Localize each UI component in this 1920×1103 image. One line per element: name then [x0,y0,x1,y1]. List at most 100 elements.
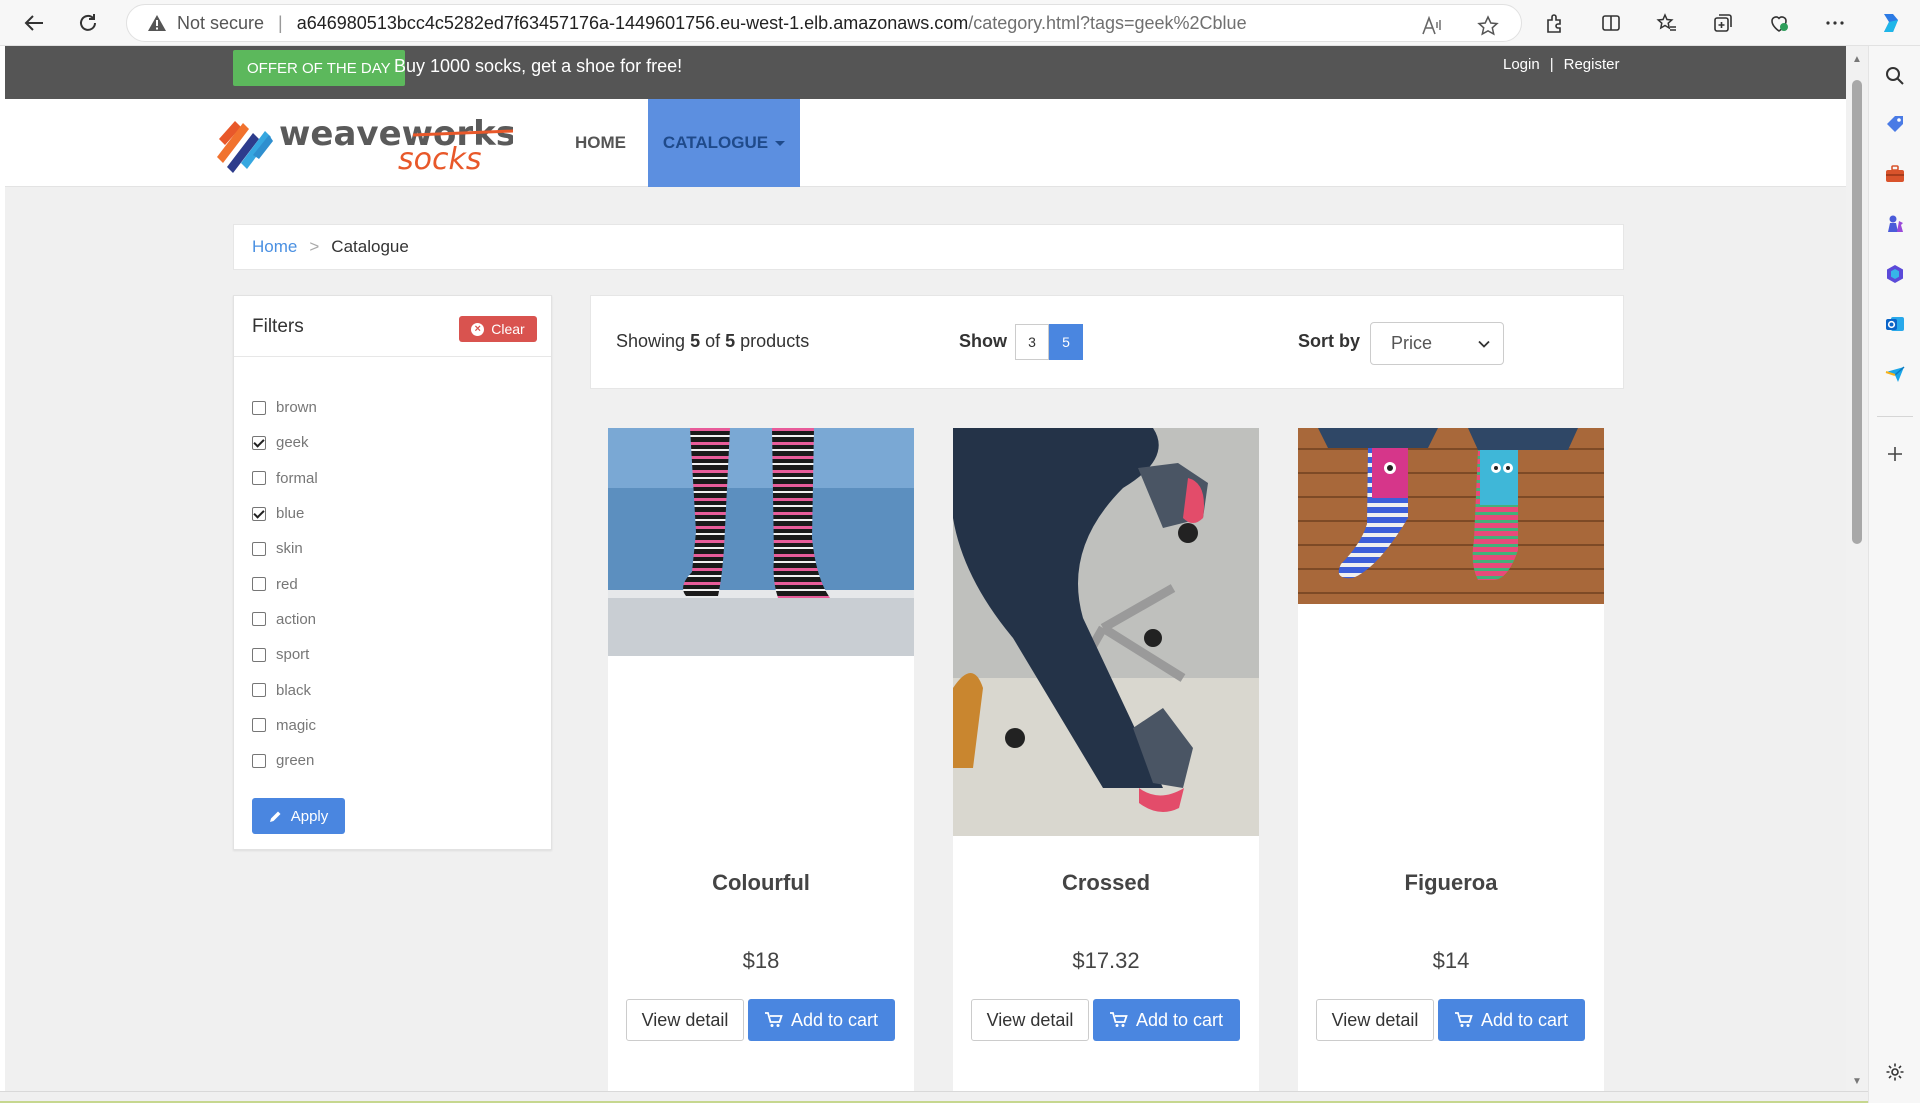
filter-item-black[interactable]: black [252,672,318,707]
page-size-5-button[interactable]: 5 [1049,324,1083,360]
page-size-3-button[interactable]: 3 [1015,324,1049,360]
filter-label: formal [276,469,318,487]
filter-checkbox[interactable] [252,718,266,733]
send-drop-icon[interactable] [1881,360,1909,388]
split-screen-icon[interactable] [1596,8,1626,38]
filters-panel: Filters × Clear brown geek formal blue s… [233,295,552,850]
outlook-icon[interactable] [1881,310,1909,338]
favorite-star-icon[interactable] [1473,11,1503,41]
product-image-figueroa[interactable] [1298,428,1604,604]
weaveworks-socks-logo[interactable]: weaveworks socks [213,109,516,177]
extensions-icon[interactable] [1540,8,1570,38]
filter-checkbox[interactable] [252,612,266,627]
filter-checkbox[interactable] [252,647,266,662]
filter-checkbox[interactable] [252,506,266,521]
sort-label: Sort by [1298,331,1361,351]
view-detail-button[interactable]: View detail [971,999,1089,1041]
favorites-icon[interactable] [1652,8,1682,38]
filter-checkbox[interactable] [252,577,266,592]
games-chess-icon[interactable] [1881,210,1909,238]
product-price: $17.32 [1072,948,1140,973]
warning-icon [147,12,169,34]
browser-toolbar: Not secure | a646980513bcc4c5282ed7f6345… [0,0,1920,46]
results-toolbar: Showing 5 of 5 products Show 3 5 Sort by… [590,295,1624,389]
scroll-up-icon[interactable]: ▲ [1850,52,1864,66]
filter-item-brown[interactable]: brown [252,390,318,425]
filter-checkbox[interactable] [252,400,266,415]
add-to-cart-button[interactable]: Add to cart [1438,999,1585,1041]
showing-suffix: products [740,331,810,351]
sort-select[interactable]: Price [1370,322,1504,365]
filter-checkbox[interactable] [252,541,266,556]
product-image-crossed[interactable] [953,428,1259,836]
filter-item-magic[interactable]: magic [252,708,318,743]
filter-checkbox[interactable] [252,683,266,698]
copilot-icon[interactable] [1876,8,1906,38]
url-path: /category.html?tags=geek%2Cblue [968,12,1247,33]
filter-label: sport [276,646,310,664]
product-name[interactable]: Colourful [608,870,914,896]
add-sidebar-app-icon[interactable] [1881,440,1909,468]
promo-bar: OFFER OF THE DAY Buy 1000 socks, get a s… [5,46,1846,99]
microsoft365-icon[interactable] [1881,260,1909,288]
login-link[interactable]: Login [1503,56,1540,73]
nav-catalogue[interactable]: CATALOGUE [648,99,800,187]
back-button[interactable] [18,8,50,38]
add-to-cart-button[interactable]: Add to cart [1093,999,1240,1041]
product-name[interactable]: Crossed [953,870,1259,896]
account-separator: | [1549,56,1554,73]
product-image-colourful[interactable] [608,428,914,656]
shopping-tag-icon[interactable] [1881,110,1909,138]
filter-label: green [276,752,315,770]
filter-item-skin[interactable]: skin [252,531,318,566]
offer-badge[interactable]: OFFER OF THE DAY [233,50,405,86]
add-to-cart-button[interactable]: Add to cart [748,999,895,1041]
apply-filters-button[interactable]: Apply [252,798,345,834]
tools-briefcase-icon[interactable] [1881,160,1909,188]
collections-icon[interactable] [1708,8,1738,38]
filter-label: action [276,610,317,628]
filter-item-sport[interactable]: sport [252,637,318,672]
view-detail-button[interactable]: View detail [626,999,744,1041]
filter-list: brown geek formal blue skin red action s… [252,390,318,778]
browser-essentials-icon[interactable] [1764,8,1794,38]
breadcrumb-home[interactable]: Home [252,237,297,257]
filter-checkbox[interactable] [252,435,266,450]
filter-label: red [276,575,298,593]
product-name[interactable]: Figueroa [1298,870,1604,896]
more-menu-icon[interactable] [1820,8,1850,38]
filter-checkbox[interactable] [252,471,266,486]
read-aloud-icon[interactable] [1417,11,1447,41]
reload-button[interactable] [72,8,104,38]
filter-label: blue [276,505,305,523]
show-label: Show [959,331,1007,351]
filter-item-blue[interactable]: blue [252,496,318,531]
main-navbar: weaveworks socks HOME CATALOGUE [5,99,1846,187]
scroll-down-icon[interactable]: ▼ [1850,1074,1864,1088]
nav-catalogue-label: CATALOGUE [662,133,769,152]
address-bar[interactable]: Not secure | a646980513bcc4c5282ed7f6345… [126,4,1522,42]
view-detail-button[interactable]: View detail [1316,999,1434,1041]
filter-item-red[interactable]: red [252,566,318,601]
url-host: a646980513bcc4c5282ed7f63457176a-1449601… [296,12,969,33]
add-to-cart-label: Add to cart [1135,1009,1224,1030]
clear-filters-button[interactable]: × Clear [459,316,537,342]
add-to-cart-label: Add to cart [790,1009,879,1030]
product-price: $18 [742,948,780,973]
register-link[interactable]: Register [1564,56,1620,73]
filter-item-formal[interactable]: formal [252,461,318,496]
page-scrollbar[interactable]: ▲ ▼ [1846,46,1868,1091]
filter-item-green[interactable]: green [252,743,318,778]
product-price: $14 [1432,948,1470,973]
product-card-colourful: Colourful $18 View detail Add to cart [608,428,914,1091]
shopping-cart-icon [1454,1012,1473,1027]
nav-home[interactable]: HOME [575,99,626,187]
add-to-cart-label: Add to cart [1480,1009,1569,1030]
sidebar-settings-icon[interactable] [1881,1058,1909,1086]
edge-sidebar [1868,46,1920,1103]
scroll-thumb[interactable] [1852,80,1862,544]
filter-checkbox[interactable] [252,753,266,768]
filter-item-action[interactable]: action [252,602,318,637]
filter-item-geek[interactable]: geek [252,425,318,460]
search-icon[interactable] [1881,62,1909,90]
